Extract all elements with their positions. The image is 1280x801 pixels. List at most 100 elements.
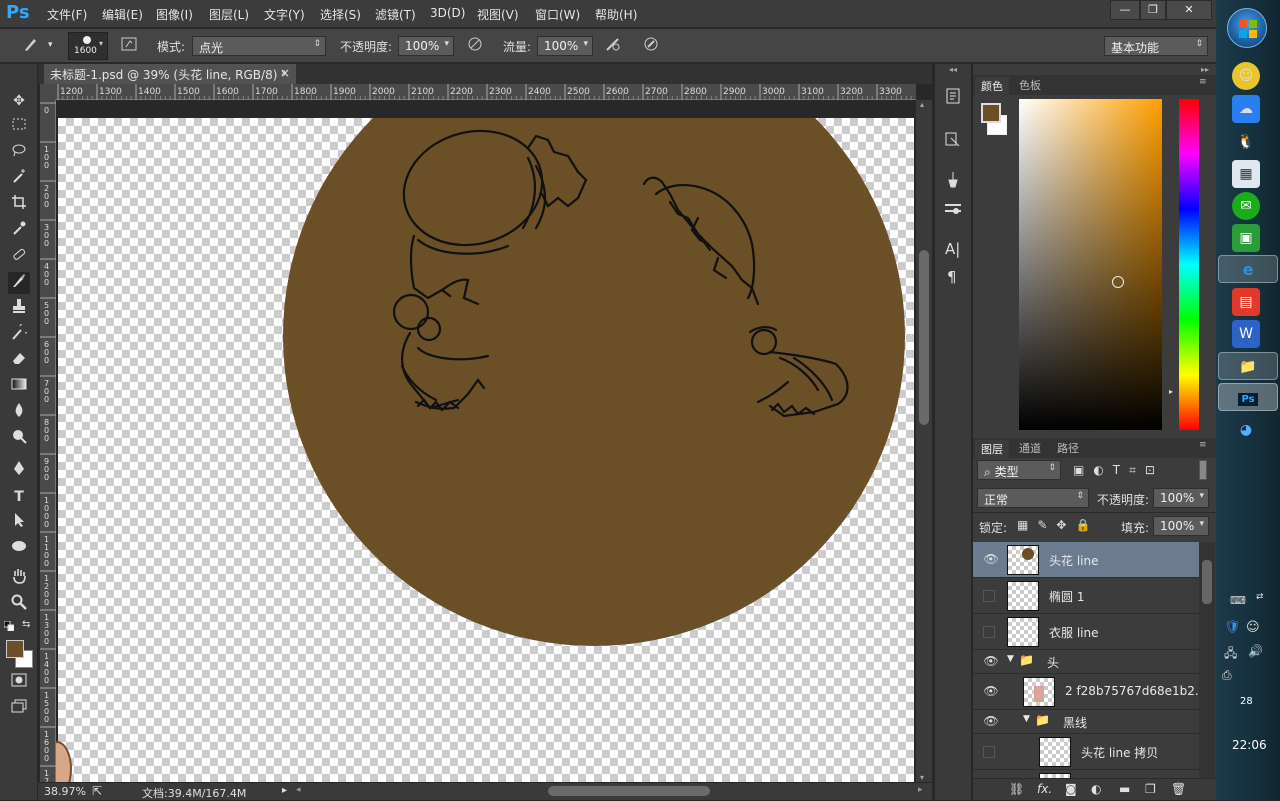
layer-row-headflower-line[interactable]: 👁 头花 line xyxy=(973,542,1199,578)
eyedropper-tool-icon[interactable] xyxy=(8,220,30,242)
visibility-toggle[interactable] xyxy=(983,626,995,638)
paragraph-panel-icon[interactable]: ¶ xyxy=(947,268,957,286)
path-select-tool-icon[interactable] xyxy=(8,512,30,534)
tab-swatches[interactable]: 色板 xyxy=(1013,77,1047,93)
color-field[interactable] xyxy=(1019,99,1162,430)
type-tool-icon[interactable]: T xyxy=(8,486,30,508)
menu-type[interactable]: 文字(Y) xyxy=(264,6,305,23)
zoom-tool-icon[interactable] xyxy=(8,594,30,616)
screen-mode-icon[interactable] xyxy=(8,698,30,720)
tab-layers[interactable]: 图层 xyxy=(975,440,1009,458)
adjustment-layer-icon[interactable]: ◐ xyxy=(1091,782,1101,796)
group-expand-icon[interactable]: ▼ xyxy=(1023,714,1030,724)
layer-group-black-lines[interactable]: 👁 ▼ 📁 黑线 xyxy=(973,710,1199,734)
taskbar-photoshop-button[interactable]: Ps xyxy=(1218,383,1278,411)
panel-menu-icon[interactable]: ≡ xyxy=(1193,77,1213,87)
menu-layer[interactable]: 图层(L) xyxy=(209,6,249,23)
minimize-button[interactable]: — xyxy=(1110,0,1140,20)
clone-source-icon[interactable] xyxy=(943,198,963,218)
green-app-icon[interactable]: ▣ xyxy=(1232,224,1260,252)
brush-size-picker[interactable]: 1600 ▾ xyxy=(68,32,108,60)
emoji-app-icon[interactable]: ☺ xyxy=(1232,62,1260,90)
menu-file[interactable]: 文件(F) xyxy=(47,6,87,23)
clock[interactable]: 22:06 xyxy=(1232,738,1267,752)
canvas[interactable] xyxy=(58,118,914,782)
layer-filter-icons[interactable]: ▣◐T⌗⊡ xyxy=(1073,463,1164,478)
default-colors-icon[interactable] xyxy=(3,620,15,632)
tab-channels[interactable]: 通道 xyxy=(1013,440,1047,456)
volume-icon[interactable]: 🔊 xyxy=(1248,644,1263,658)
word-icon[interactable]: W xyxy=(1232,320,1260,348)
preset-arrow-icon[interactable]: ▾ xyxy=(48,40,53,50)
opacity-input[interactable]: 100% ▾ xyxy=(398,36,454,56)
scroll-up-icon[interactable]: ▴ xyxy=(920,100,924,109)
zoom-level[interactable]: 38.97% xyxy=(44,785,86,798)
tab-color[interactable]: 颜色 xyxy=(975,77,1009,95)
fx-icon[interactable]: fx. xyxy=(1037,782,1052,796)
history-panel-icon[interactable] xyxy=(943,86,963,106)
link-layers-icon[interactable]: ⛓ xyxy=(1009,782,1024,796)
edge-app-icon[interactable]: ◕ xyxy=(1232,416,1260,444)
new-group-icon[interactable]: ▬ xyxy=(1119,782,1130,796)
healing-brush-tool-icon[interactable] xyxy=(8,246,30,268)
magic-wand-tool-icon[interactable] xyxy=(8,168,30,190)
flow-input[interactable]: 100% ▾ xyxy=(537,36,593,56)
calculator-icon[interactable]: ▦ xyxy=(1232,160,1260,188)
new-layer-icon[interactable]: ❐ xyxy=(1145,782,1156,796)
taskbar-ie-button[interactable]: e xyxy=(1218,255,1278,283)
visibility-eye-icon[interactable]: 👁 xyxy=(983,684,999,700)
crop-tool-icon[interactable] xyxy=(8,194,30,216)
expand-icon[interactable]: ▸▸ xyxy=(1201,65,1209,74)
menu-window[interactable]: 窗口(W) xyxy=(535,6,580,23)
cloud-app-icon[interactable]: ☁ xyxy=(1232,95,1260,123)
gradient-tool-icon[interactable] xyxy=(8,376,30,398)
ellipse-tool-icon[interactable] xyxy=(8,538,30,560)
menu-3d[interactable]: 3D(D) xyxy=(430,6,465,20)
menu-select[interactable]: 选择(S) xyxy=(320,6,361,23)
brush-panel-toggle-icon[interactable] xyxy=(118,35,140,57)
layers-scrollbar[interactable] xyxy=(1199,542,1215,778)
brush-tool-icon[interactable] xyxy=(8,272,30,294)
document-tab[interactable]: 未标题-1.psd @ 39% (头花 line, RGB/8) * × xyxy=(44,64,296,84)
history-brush-tool-icon[interactable] xyxy=(8,322,31,346)
workspace-select[interactable]: 基本功能 ⇕ xyxy=(1104,36,1208,56)
emoji-tray-icon[interactable]: ☺ xyxy=(1246,620,1260,635)
menu-edit[interactable]: 编辑(E) xyxy=(102,6,143,23)
menu-image[interactable]: 图像(I) xyxy=(156,6,193,23)
blend-mode-select[interactable]: 正常 ⇕ xyxy=(977,488,1089,508)
menu-help[interactable]: 帮助(H) xyxy=(595,6,637,23)
foreground-color-swatch[interactable] xyxy=(981,103,1001,123)
foreground-color-swatch[interactable] xyxy=(6,640,24,658)
start-button[interactable] xyxy=(1227,8,1267,48)
layer-filter-select[interactable]: ⌕ 类型 ⇕ xyxy=(977,460,1061,480)
visibility-eye-icon[interactable]: 👁 xyxy=(983,714,999,730)
tray-arrow-icon[interactable]: ⇄ xyxy=(1256,592,1264,602)
lasso-tool-icon[interactable] xyxy=(8,142,30,164)
hue-slider[interactable] xyxy=(1179,99,1199,430)
pressure-size-icon[interactable] xyxy=(640,35,662,57)
tab-paths[interactable]: 路径 xyxy=(1051,440,1085,456)
pc-tray-icon[interactable]: ⎙ xyxy=(1222,668,1232,683)
panel-menu-icon[interactable]: ≡ xyxy=(1193,440,1213,450)
red-app-icon[interactable]: ▤ xyxy=(1232,288,1260,316)
collapse-icon[interactable]: ◂◂ xyxy=(949,65,957,74)
brush-presets-icon[interactable] xyxy=(943,170,963,190)
security-shield-icon[interactable]: 🛡 xyxy=(1224,620,1241,635)
close-button[interactable]: ✕ xyxy=(1166,0,1212,20)
vertical-ruler[interactable]: 0100200300400500600700800900100011001200… xyxy=(40,100,56,782)
hue-slider-handle[interactable]: ▸ xyxy=(1169,387,1173,396)
layers-scroll-thumb[interactable] xyxy=(1202,560,1212,604)
visibility-eye-icon[interactable]: 👁 xyxy=(983,552,999,568)
horizontal-ruler[interactable]: 1200 1300 1400 1500 1600 1700 1800 1900 2000 2100… xyxy=(56,84,916,100)
visibility-eye-icon[interactable]: 👁 xyxy=(983,654,999,670)
swap-colors-icon[interactable]: ⇆ xyxy=(22,619,30,630)
mode-select[interactable]: 点光 ⇕ xyxy=(192,36,326,56)
layer-row-clothes-line[interactable]: 衣服 line xyxy=(973,614,1199,650)
restore-button[interactable]: ❐ xyxy=(1140,0,1166,20)
layer-row-partial[interactable] xyxy=(973,770,1199,778)
layer-opacity-input[interactable]: 100% ▾ xyxy=(1153,488,1209,508)
network-icon[interactable]: 🖧 xyxy=(1224,644,1237,665)
vertical-scroll-thumb[interactable] xyxy=(919,250,929,425)
visibility-toggle[interactable] xyxy=(983,590,995,602)
close-tab-icon[interactable]: × xyxy=(280,66,290,80)
